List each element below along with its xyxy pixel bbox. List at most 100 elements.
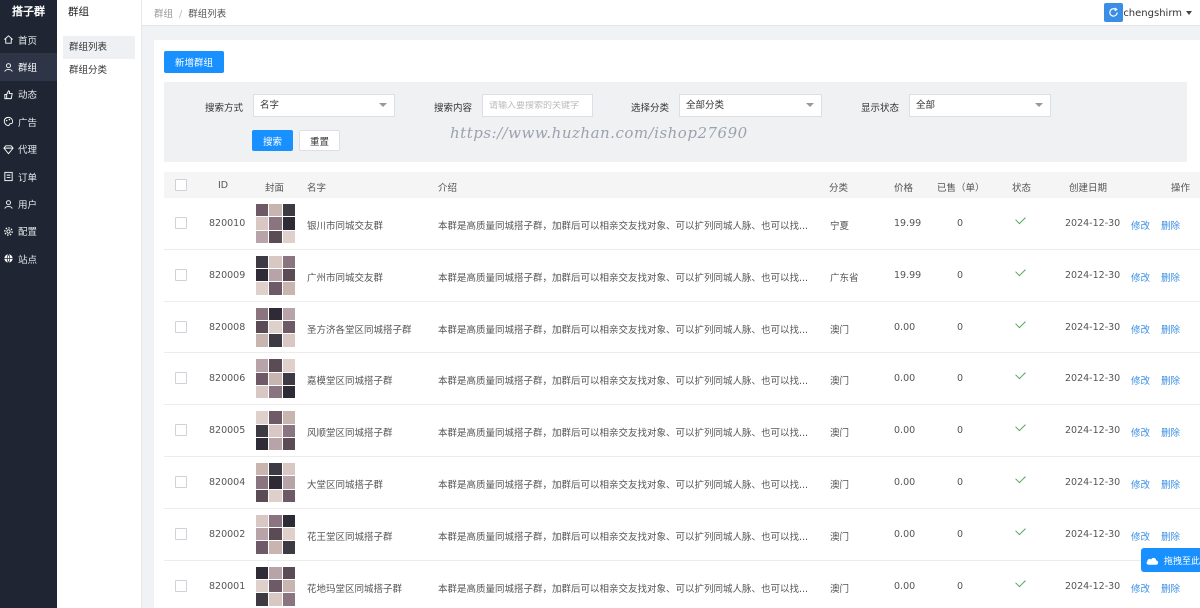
search-button[interactable]: 搜索 — [252, 130, 293, 151]
delete-button[interactable]: 删除 — [1161, 425, 1180, 439]
add-group-button[interactable]: 新增群组 — [164, 51, 224, 73]
cover-thumbnail-tile — [269, 307, 282, 320]
cell-price: 0.00 — [894, 528, 916, 540]
cover-thumbnail-tile — [269, 334, 282, 347]
cell-intro: 本群是高质量同城搭子群，加群后可以相亲交友找对象、可以扩列同城人脉、也可以找..… — [438, 428, 809, 440]
cell-date: 2024-12-30 — [1065, 425, 1121, 437]
cover-thumbnail-tile — [269, 541, 282, 554]
select-all-checkbox[interactable] — [175, 179, 187, 191]
column-header-name: 名字 — [307, 183, 327, 194]
status-check-icon — [1015, 265, 1026, 277]
cover-thumbnail-tile — [282, 579, 295, 593]
row-checkbox[interactable] — [175, 217, 187, 229]
category-select[interactable]: 全部分类 — [679, 94, 822, 117]
search-method-select[interactable]: 名字 — [253, 94, 395, 117]
delete-button[interactable]: 删除 — [1161, 322, 1180, 336]
cover-thumbnail-tile — [282, 282, 295, 295]
nav-item-orders[interactable]: 订单 — [0, 163, 57, 190]
row-checkbox[interactable] — [175, 527, 187, 540]
edit-button[interactable]: 修改 — [1131, 270, 1150, 284]
main-sidebar: 搭子群 首页 群组 动态 广告 代理 订单 用户 配置 站点 — [0, 0, 57, 608]
cover-thumbnail-tile — [256, 386, 269, 399]
cell-price: 0.00 — [894, 580, 916, 592]
palette-icon — [3, 117, 14, 127]
status-select[interactable]: 全部 — [909, 94, 1051, 117]
table-row: 820009 广州市同城交友群 本群是高质量同城搭子群，加群后可以相亲交友找对象、可… — [164, 250, 1200, 302]
subnav-item-group-category[interactable]: 群组分类 — [63, 59, 135, 82]
delete-button[interactable]: 删除 — [1161, 218, 1180, 232]
delete-button[interactable]: 删除 — [1161, 373, 1180, 387]
edit-button[interactable]: 修改 — [1131, 373, 1150, 387]
cell-category: 广东省 — [830, 272, 859, 284]
edit-button[interactable]: 修改 — [1131, 425, 1150, 439]
cover-thumbnail-tile — [256, 476, 269, 489]
cell-name: 风顺堂区同城搭子群 — [307, 428, 393, 440]
nav-item-users[interactable]: 用户 — [0, 190, 57, 217]
cell-sold: 0 — [957, 528, 964, 540]
cover-thumbnail-tile — [269, 489, 282, 502]
search-input-wrap — [482, 94, 593, 117]
nav-item-groups[interactable]: 群组 — [0, 53, 57, 81]
edit-button[interactable]: 修改 — [1131, 218, 1150, 232]
table-body: 820010 银川市同城交友群 本群是高质量同城搭子群，加群后可以相亲交友找对象、可… — [164, 198, 1200, 608]
breadcrumb: 群组 / 群组列表 — [142, 6, 226, 20]
nav-item-home[interactable]: 首页 — [0, 26, 57, 53]
edit-button[interactable]: 修改 — [1131, 581, 1150, 595]
cover-thumbnail-tile — [269, 528, 282, 541]
username: chengshirm — [1123, 7, 1182, 19]
cell-category: 澳门 — [830, 428, 850, 440]
row-checkbox[interactable] — [175, 372, 187, 385]
delete-button[interactable]: 删除 — [1161, 529, 1180, 543]
edit-button[interactable]: 修改 — [1131, 322, 1150, 336]
cell-name: 圣方济各堂区同城搭子群 — [307, 324, 412, 336]
delete-button[interactable]: 删除 — [1161, 270, 1180, 284]
cover-thumbnail-tile — [269, 386, 282, 399]
cell-intro: 本群是高质量同城搭子群，加群后可以相亲交友找对象、可以扩列同城人脉、也可以找..… — [438, 272, 809, 284]
nav-item-label: 站点 — [18, 254, 38, 266]
cell-date: 2024-12-30 — [1065, 218, 1121, 229]
cell-date: 2024-12-30 — [1065, 373, 1121, 385]
row-checkbox[interactable] — [175, 320, 187, 333]
nav-item-site[interactable]: 站点 — [0, 245, 57, 272]
cell-name: 银川市同城交友群 — [307, 221, 384, 232]
cover-thumbnail-tile — [256, 514, 269, 528]
cover-thumbnail-tile — [269, 204, 282, 217]
cell-date: 2024-12-30 — [1065, 528, 1121, 540]
cover-thumbnail-tile — [269, 424, 282, 437]
row-checkbox[interactable] — [175, 579, 187, 592]
status-label: 显示状态 — [861, 103, 900, 114]
user-menu[interactable]: chengshirm — [1123, 0, 1192, 26]
row-checkbox[interactable] — [175, 268, 187, 281]
breadcrumb-item[interactable]: 群组 — [154, 9, 173, 20]
drag-upload-button[interactable]: 拖拽至此 — [1141, 548, 1200, 572]
search-input[interactable] — [489, 101, 592, 111]
refresh-button[interactable] — [1104, 3, 1123, 22]
nav-item-settings[interactable]: 配置 — [0, 218, 57, 245]
row-checkbox[interactable] — [175, 424, 187, 437]
cover-thumbnail-tile — [269, 579, 282, 593]
cover-thumbnail-tile — [256, 566, 269, 579]
cell-name: 大堂区同城搭子群 — [307, 479, 384, 491]
delete-button[interactable]: 删除 — [1161, 581, 1180, 595]
cell-sold: 0 — [957, 321, 964, 333]
cover-thumbnail-tile — [256, 528, 269, 541]
cover-thumbnail-tile — [269, 566, 282, 579]
cell-date: 2024-12-30 — [1065, 321, 1121, 333]
cover-thumbnail-tile — [282, 230, 295, 243]
cover-thumbnail-tile — [282, 566, 295, 579]
nav-item-ads[interactable]: 广告 — [0, 108, 57, 135]
cover-thumbnail-tile — [256, 437, 269, 451]
sub-sidebar: 群组 群组列表 群组分类 — [57, 0, 142, 608]
cover-thumbnail-tile — [282, 489, 295, 502]
cell-intro: 本群是高质量同城搭子群，加群后可以相亲交友找对象、可以扩列同城人脉、也可以找..… — [438, 376, 809, 388]
nav-item-moments[interactable]: 动态 — [0, 81, 57, 108]
row-checkbox[interactable] — [175, 475, 187, 488]
nav-item-label: 动态 — [18, 90, 38, 102]
delete-button[interactable]: 删除 — [1161, 477, 1180, 491]
reset-button[interactable]: 重置 — [299, 130, 340, 151]
subnav-item-group-list[interactable]: 群组列表 — [63, 36, 135, 59]
nav-item-agents[interactable]: 代理 — [0, 136, 57, 163]
edit-button[interactable]: 修改 — [1131, 529, 1150, 543]
cover-thumbnail-tile — [282, 462, 295, 476]
edit-button[interactable]: 修改 — [1131, 477, 1150, 491]
